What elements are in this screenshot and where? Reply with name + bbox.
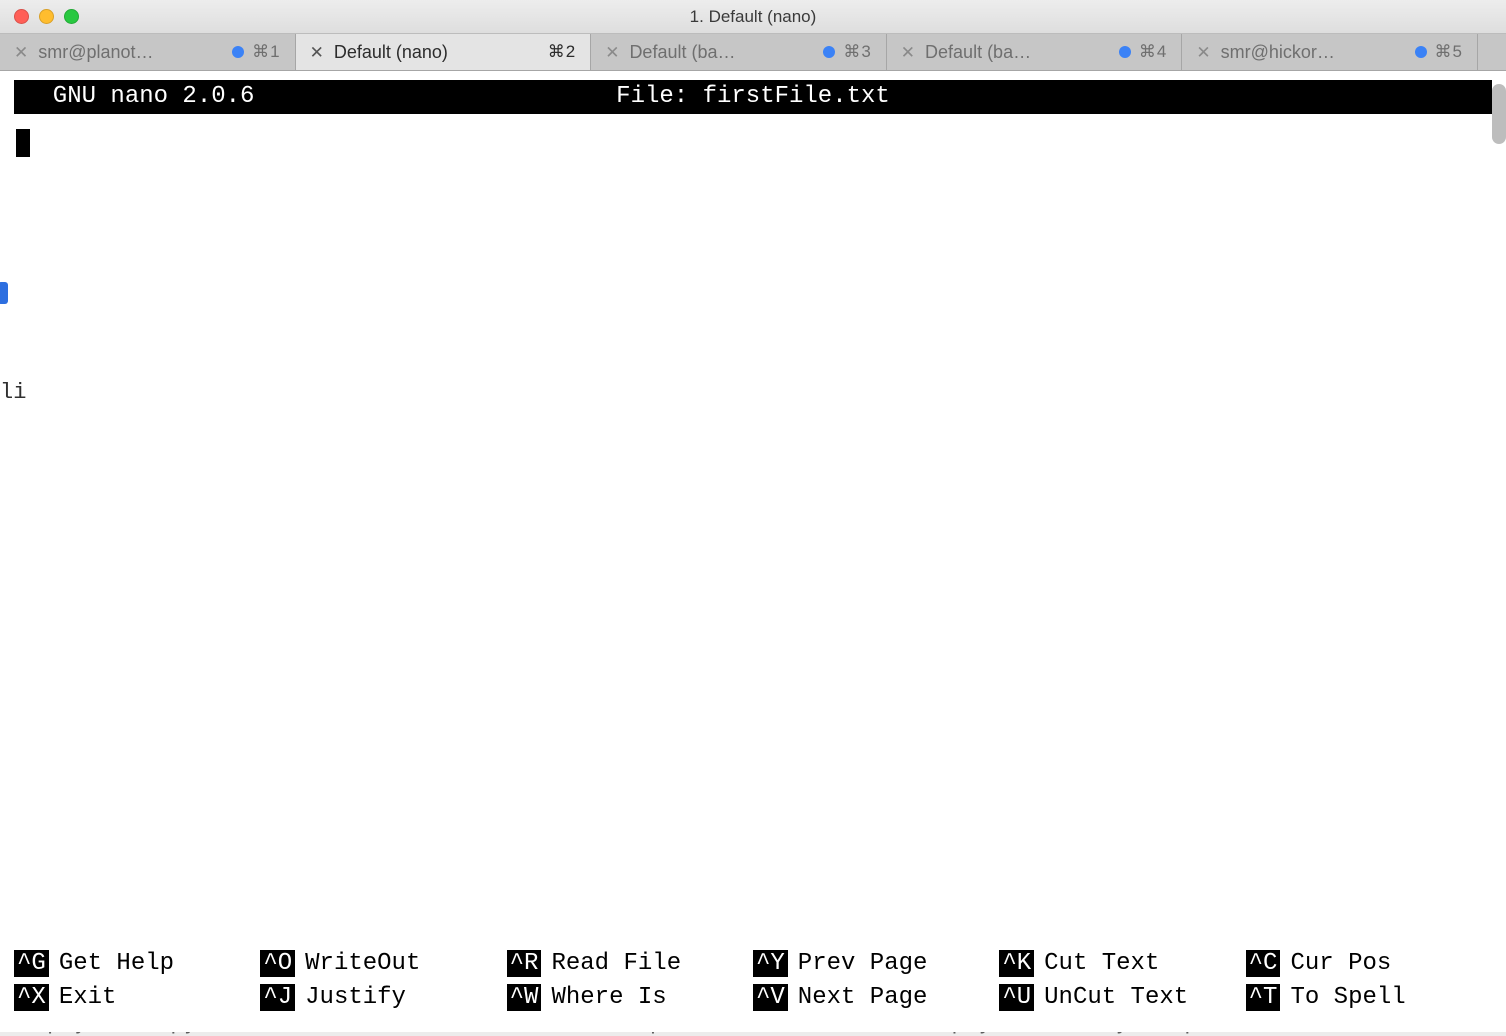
nano-shortcut-label: Exit [59, 984, 117, 1011]
tab-close-icon[interactable]: ✕ [605, 44, 619, 61]
tab-label: Default (nano) [334, 42, 448, 63]
nano-shortcut-key: ^Y [753, 950, 788, 977]
nano-shortcut-key: ^W [507, 984, 542, 1011]
tab-close-icon[interactable]: ✕ [14, 44, 28, 61]
nano-shortcut: ^C Cur Pos [1246, 946, 1492, 980]
activity-indicator-icon [1415, 46, 1427, 58]
nano-shortcut-label: Justify [305, 984, 406, 1011]
tab-label: smr@hickor… [1221, 42, 1335, 63]
nano-shortcut: ^R Read File [507, 946, 753, 980]
nano-shortcut-label: Get Help [59, 950, 174, 977]
window-title: 1. Default (nano) [0, 7, 1506, 27]
window-maximize-button[interactable] [64, 9, 79, 24]
tab-close-icon[interactable]: ✕ [310, 44, 324, 61]
nano-shortcut-key: ^G [14, 950, 49, 977]
tab-shortcut: ⌘5 [1435, 42, 1463, 62]
nano-shortcut-label: Where Is [551, 984, 666, 1011]
nano-shortcut: ^V Next Page [753, 980, 999, 1014]
nano-shortcut: ^X Exit [14, 980, 260, 1014]
text-cursor [16, 129, 30, 157]
background-selection-fragment [0, 282, 8, 304]
nano-shortcut: ^K Cut Text [999, 946, 1245, 980]
traffic-lights [0, 9, 79, 24]
tab-shortcut: ⌘2 [548, 42, 576, 62]
window-close-button[interactable] [14, 9, 29, 24]
nano-shortcut-key: ^T [1246, 984, 1281, 1011]
nano-header-bar: GNU nano 2.0.6 File: firstFile.txt [14, 80, 1492, 114]
tab-close-icon[interactable]: ✕ [1196, 44, 1210, 61]
nano-shortcut-label: WriteOut [305, 950, 420, 977]
nano-shortcut: ^G Get Help [14, 946, 260, 980]
scrollbar-thumb[interactable] [1492, 84, 1506, 144]
nano-shortcut-key: ^V [753, 984, 788, 1011]
tab-shortcut: ⌘3 [843, 42, 871, 62]
nano-shortcut-label: UnCut Text [1044, 984, 1188, 1011]
tab-2[interactable]: ✕ Default (nano) ⌘2 [296, 34, 592, 70]
background-text-fragment: Keep your copy of the lecture notes and … [6, 1011, 1506, 1036]
nano-shortcut: ^T To Spell [1246, 980, 1492, 1014]
nano-shortcut-bar: ^G Get Help ^O WriteOut ^R Read File ^Y Prev Pa… [14, 946, 1492, 1014]
tab-1[interactable]: ✕ smr@planot… ⌘1 [0, 34, 296, 70]
nano-shortcut: ^W Where Is [507, 980, 753, 1014]
window-minimize-button[interactable] [39, 9, 54, 24]
tab-label: smr@planot… [38, 42, 153, 63]
app-window: 1. Default (nano) ✕ smr@planot… ⌘1 ✕ Default… [0, 0, 1506, 1032]
activity-indicator-icon [823, 46, 835, 58]
tab-shortcut: ⌘4 [1139, 42, 1167, 62]
tab-4[interactable]: ✕ Default (ba… ⌘4 [887, 34, 1183, 70]
nano-shortcut-label: Read File [551, 950, 681, 977]
tab-shortcut: ⌘1 [252, 42, 280, 62]
tabbar-gutter [1478, 34, 1506, 70]
nano-shortcut-key: ^J [260, 984, 295, 1011]
nano-shortcut-label: Cur Pos [1290, 950, 1391, 977]
activity-indicator-icon [1119, 46, 1131, 58]
nano-shortcut-label: Prev Page [798, 950, 928, 977]
nano-app-version: GNU nano 2.0.6 [24, 81, 254, 113]
tab-label: Default (ba… [629, 42, 735, 63]
nano-shortcut: ^Y Prev Page [753, 946, 999, 980]
tab-3[interactable]: ✕ Default (ba… ⌘3 [591, 34, 887, 70]
nano-shortcut-key: ^K [999, 950, 1034, 977]
nano-shortcut: ^O WriteOut [260, 946, 506, 980]
tab-bar: ✕ smr@planot… ⌘1 ✕ Default (nano) ⌘2 ✕ Default … [0, 34, 1506, 71]
tab-close-icon[interactable]: ✕ [901, 44, 915, 61]
nano-shortcut-key: ^U [999, 984, 1034, 1011]
terminal-viewport[interactable]: GNU nano 2.0.6 File: firstFile.txt [14, 80, 1492, 1014]
nano-shortcut-key: ^R [507, 950, 542, 977]
nano-shortcut-label: Cut Text [1044, 950, 1159, 977]
titlebar: 1. Default (nano) [0, 0, 1506, 34]
background-text-fragment-left: li [0, 380, 26, 405]
tab-label: Default (ba… [925, 42, 1031, 63]
nano-shortcut-key: ^O [260, 950, 295, 977]
nano-shortcut: ^J Justify [260, 980, 506, 1014]
nano-shortcut-label: To Spell [1290, 984, 1405, 1011]
nano-editor-body[interactable] [14, 114, 1492, 944]
nano-shortcut: ^U UnCut Text [999, 980, 1245, 1014]
nano-shortcut-key: ^C [1246, 950, 1281, 977]
tab-5[interactable]: ✕ smr@hickor… ⌘5 [1182, 34, 1478, 70]
nano-shortcut-key: ^X [14, 984, 49, 1011]
nano-shortcut-label: Next Page [798, 984, 928, 1011]
activity-indicator-icon [232, 46, 244, 58]
